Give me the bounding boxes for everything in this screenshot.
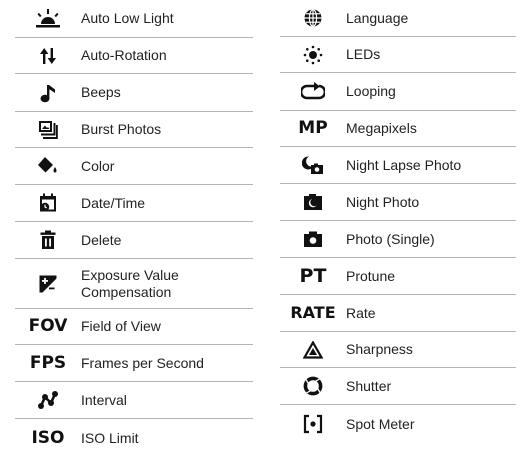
sharpness-icon xyxy=(280,340,346,359)
protune-icon: PT xyxy=(280,264,346,287)
protune-icon-text: PT xyxy=(299,264,327,287)
rate-icon: RATE xyxy=(280,305,346,321)
item-label: Shutter xyxy=(346,377,392,394)
item-label: Beeps xyxy=(81,84,121,100)
megapixels-icon: MP xyxy=(280,120,346,137)
fov-icon-text: FOV xyxy=(28,316,68,336)
left-column: Auto Low Light Auto-Rotation Beeps Burst… xyxy=(15,0,253,457)
list-item: RATE Rate xyxy=(280,295,516,332)
list-item: Burst Photos xyxy=(15,112,253,148)
calendar-clock-icon xyxy=(15,193,81,213)
item-label: Night Photo xyxy=(346,193,420,210)
list-item: Interval xyxy=(15,382,253,419)
list-item: MP Megapixels xyxy=(280,111,516,147)
fps-icon: FPS xyxy=(15,352,81,373)
spot-meter-icon xyxy=(280,414,346,434)
list-item: Beeps xyxy=(15,74,253,112)
item-label: Megapixels xyxy=(346,120,417,136)
list-item: Night Lapse Photo xyxy=(280,147,516,184)
iso-icon: ISO xyxy=(15,427,81,448)
burst-photos-icon xyxy=(15,120,81,140)
list-item: Auto Low Light xyxy=(15,0,253,38)
item-label: Protune xyxy=(346,267,396,284)
item-label: LEDs xyxy=(346,46,381,62)
list-item: PT Protune xyxy=(280,258,516,295)
item-label: Frames per Second xyxy=(81,354,204,371)
music-note-icon xyxy=(15,83,81,103)
list-item: Spot Meter xyxy=(280,405,516,443)
right-column: Language LEDs Looping MP Megapixels Nigh… xyxy=(280,0,516,443)
paint-bucket-icon xyxy=(15,156,81,176)
globe-icon xyxy=(280,8,346,28)
item-label: Auto-Rotation xyxy=(81,47,167,63)
list-item: Date/Time xyxy=(15,185,253,222)
list-item: Auto-Rotation xyxy=(15,38,253,74)
iso-icon-text: ISO xyxy=(31,427,65,448)
camera-icon xyxy=(280,230,346,248)
item-label: Sharpness xyxy=(346,341,413,357)
shutter-icon xyxy=(280,376,346,396)
list-item: FOV Field of View xyxy=(15,309,253,345)
item-label: Field of View xyxy=(81,318,161,334)
item-label: ISO Limit xyxy=(81,429,139,446)
item-label: Date/Time xyxy=(81,194,146,211)
fps-icon-text: FPS xyxy=(29,352,67,373)
trash-icon xyxy=(15,230,81,250)
night-photo-icon xyxy=(280,193,346,211)
item-label: Interval xyxy=(81,391,127,408)
list-item: Delete xyxy=(15,222,253,259)
item-label: Delete xyxy=(81,231,122,248)
list-item: Night Photo xyxy=(280,184,516,221)
exposure-icon xyxy=(15,275,81,293)
rotate-arrows-icon xyxy=(15,47,81,65)
list-item: Color xyxy=(15,148,253,185)
looping-icon xyxy=(280,81,346,102)
fov-icon: FOV xyxy=(15,318,81,335)
item-label: Auto Low Light xyxy=(81,10,174,26)
item-label: Burst Photos xyxy=(81,121,162,137)
sun-horizon-icon xyxy=(15,8,81,30)
night-lapse-photo-icon xyxy=(280,155,346,175)
led-icon xyxy=(280,45,346,65)
item-label: Rate xyxy=(346,304,376,321)
list-item: FPS Frames per Second xyxy=(15,345,253,382)
interval-icon xyxy=(15,390,81,410)
item-label: Color xyxy=(81,157,115,174)
list-item: Looping xyxy=(280,73,516,111)
item-label: Language xyxy=(346,9,409,26)
list-item: ISO ISO Limit xyxy=(15,419,253,457)
item-label: Photo (Single) xyxy=(346,230,435,247)
list-item: Shutter xyxy=(280,368,516,405)
item-label: Night Lapse Photo xyxy=(346,156,462,173)
rate-icon-text: RATE xyxy=(290,303,336,322)
list-item: Photo (Single) xyxy=(280,221,516,258)
list-item: LEDs xyxy=(280,37,516,73)
item-label: Spot Meter xyxy=(346,415,415,432)
list-item: Exposure Value Compensation xyxy=(15,259,253,309)
list-item: Language xyxy=(280,0,516,37)
megapixels-icon-text: MP xyxy=(298,118,328,138)
item-label: Looping xyxy=(346,83,396,99)
list-item: Sharpness xyxy=(280,332,516,368)
item-label: Exposure Value Compensation xyxy=(81,266,179,300)
